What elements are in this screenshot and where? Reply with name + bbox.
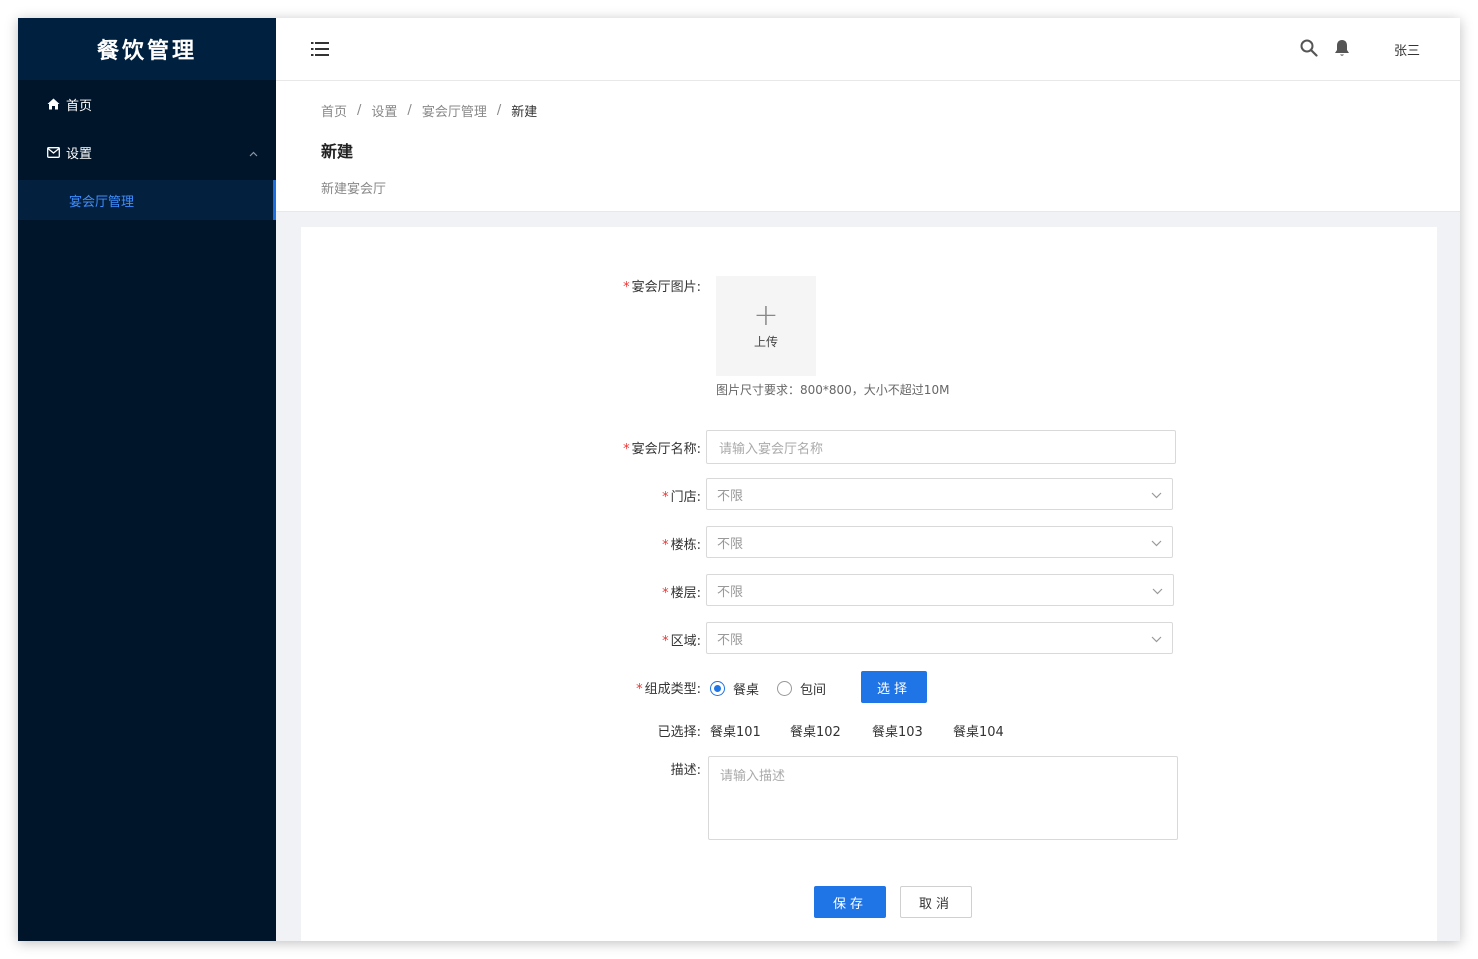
- selected-label: 已选择:: [657, 725, 701, 740]
- type-label: * 组成类型:: [636, 682, 701, 697]
- building-select[interactable]: 不限: [706, 526, 1173, 558]
- radio-checked-icon: [710, 681, 725, 696]
- desc-textarea[interactable]: 请输入描述: [708, 756, 1178, 840]
- store-label: * 门店:: [662, 490, 701, 505]
- sidebar-item-settings[interactable]: 设置: [18, 128, 276, 176]
- bell-icon[interactable]: [1334, 39, 1350, 61]
- area-select[interactable]: 不限: [706, 622, 1173, 654]
- home-icon: [46, 97, 60, 111]
- page-subtitle: 新建宴会厅: [321, 182, 387, 197]
- floor-value: 不限: [717, 584, 744, 600]
- selected-item: 餐桌103: [872, 725, 923, 740]
- mail-icon: [46, 145, 60, 159]
- breadcrumb-current: 新建: [511, 105, 538, 120]
- breadcrumb-banquet-hall[interactable]: 宴会厅管理: [422, 101, 487, 120]
- breadcrumb-separator: /: [407, 103, 412, 118]
- form-card: * 宴会厅图片: + 上传 图片尺寸要求：800*800，大小不超过10M * 宴会…: [301, 227, 1437, 941]
- plus-icon: +: [753, 297, 779, 333]
- app-window: 餐饮管理 首页 设置 宴会厅管理 张三 首页 / 设置 / 宴会厅管理 / 新建…: [18, 18, 1460, 941]
- choose-button[interactable]: 选择: [861, 671, 927, 703]
- area-value: 不限: [717, 632, 744, 648]
- cancel-button[interactable]: 取消: [900, 886, 972, 918]
- selected-item: 餐桌102: [790, 725, 841, 740]
- radio-private-room[interactable]: 包间: [777, 679, 826, 698]
- area-label: * 区域:: [662, 634, 701, 649]
- floor-label: * 楼层:: [662, 586, 701, 601]
- chevron-up-icon: [249, 146, 258, 161]
- main-area: 张三 首页 / 设置 / 宴会厅管理 / 新建 新建 新建宴会厅 * 宴会厅图片:…: [276, 18, 1460, 941]
- topbar: 张三: [276, 18, 1460, 81]
- image-label: * 宴会厅图片:: [623, 280, 701, 295]
- desc-label: 描述:: [670, 763, 701, 778]
- user-name[interactable]: 张三: [1394, 40, 1420, 59]
- breadcrumb-settings[interactable]: 设置: [371, 101, 397, 120]
- selected-item: 餐桌104: [953, 725, 1004, 740]
- page-header: 首页 / 设置 / 宴会厅管理 / 新建 新建 新建宴会厅: [276, 81, 1460, 212]
- name-label: * 宴会厅名称:: [623, 442, 701, 457]
- chevron-down-icon: [1151, 536, 1162, 551]
- store-value: 不限: [717, 488, 744, 504]
- menu-toggle-icon[interactable]: [311, 41, 329, 60]
- type-radio-group: 餐桌 包间: [710, 679, 844, 698]
- store-select[interactable]: 不限: [706, 478, 1173, 510]
- radio-unchecked-icon: [777, 681, 793, 696]
- building-value: 不限: [717, 536, 744, 552]
- chevron-down-icon: [1151, 488, 1162, 503]
- search-icon[interactable]: [1300, 39, 1318, 61]
- chevron-down-icon: [1151, 632, 1162, 647]
- sidebar: 餐饮管理 首页 设置 宴会厅管理: [18, 18, 276, 941]
- building-label: * 楼栋:: [662, 538, 701, 553]
- chevron-down-icon: [1152, 584, 1163, 599]
- sidebar-item-banquet-hall[interactable]: 宴会厅管理: [18, 180, 276, 220]
- upload-hint: 图片尺寸要求：800*800，大小不超过10M: [716, 383, 950, 397]
- app-logo: 餐饮管理: [18, 18, 276, 80]
- breadcrumb-separator: /: [496, 103, 502, 118]
- upload-box[interactable]: + 上传: [716, 276, 816, 376]
- name-input[interactable]: 请输入宴会厅名称: [706, 430, 1176, 464]
- upload-text: 上传: [753, 334, 778, 349]
- breadcrumb: 首页 / 设置 / 宴会厅管理 / 新建: [321, 101, 1460, 120]
- save-button[interactable]: 保存: [814, 886, 886, 918]
- floor-select[interactable]: 不限: [706, 574, 1174, 606]
- page-title: 新建: [321, 142, 354, 161]
- sidebar-item-label: 设置: [66, 146, 93, 162]
- breadcrumb-separator: /: [357, 103, 362, 118]
- breadcrumb-home[interactable]: 首页: [321, 101, 347, 120]
- selected-item: 餐桌101: [710, 725, 761, 740]
- sidebar-item-label: 首页: [66, 98, 93, 114]
- radio-table[interactable]: 餐桌: [710, 679, 759, 698]
- sidebar-item-home[interactable]: 首页: [18, 80, 276, 128]
